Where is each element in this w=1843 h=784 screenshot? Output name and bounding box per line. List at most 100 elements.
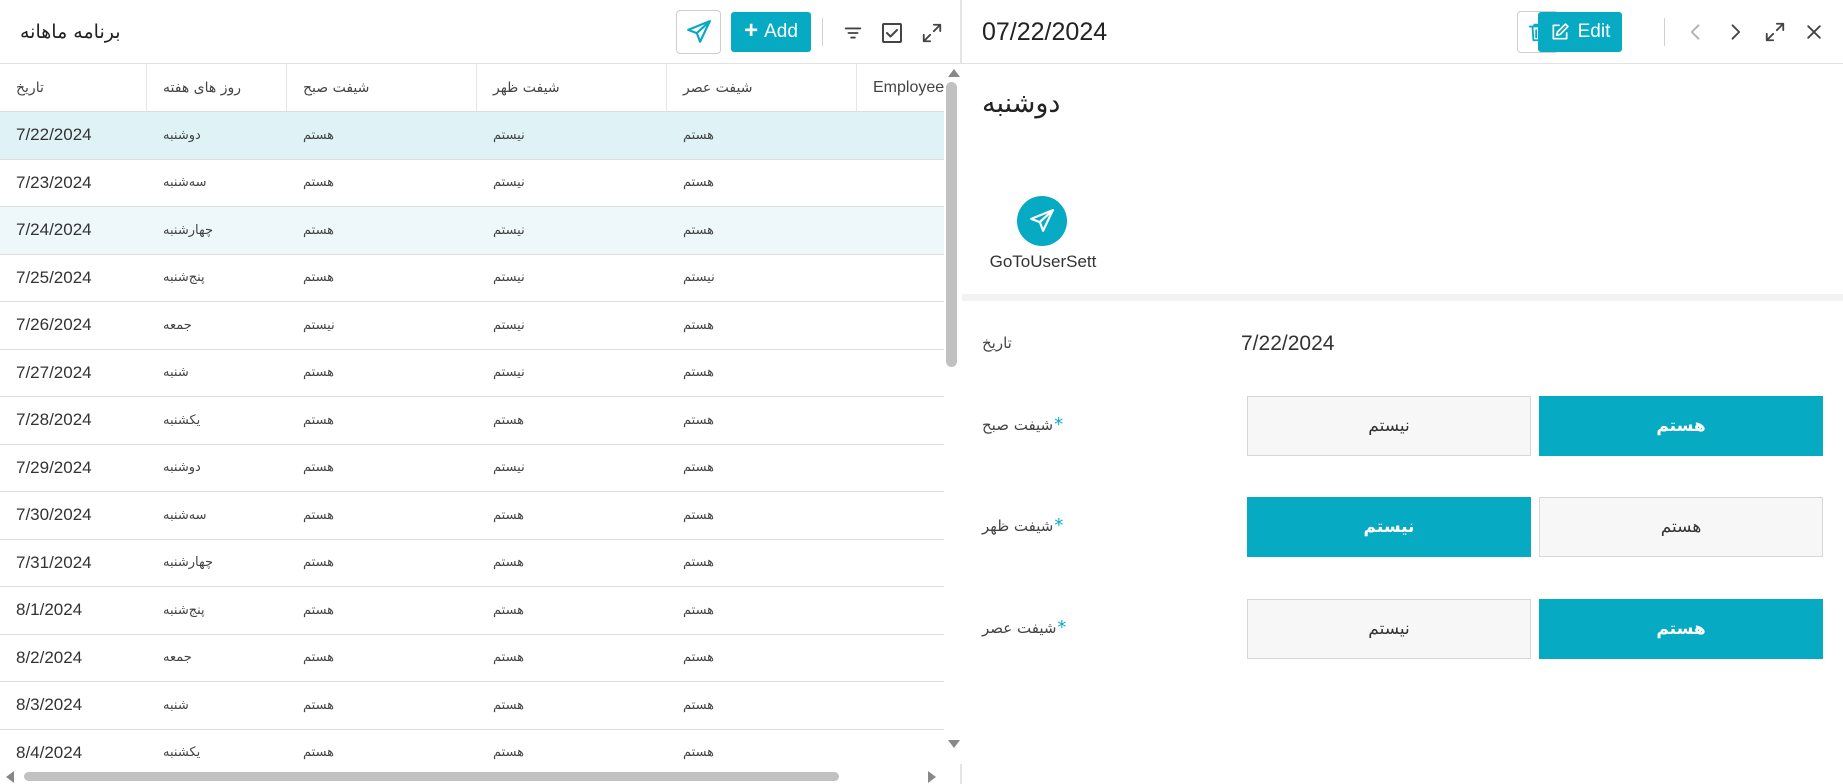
noon-shift-option-absent[interactable]: نیستم (1247, 497, 1531, 557)
table-row[interactable]: 7/27/2024 شنبه هستم نیستم هستم (0, 350, 944, 397)
cell-employee (857, 492, 944, 539)
noon-shift-option-present[interactable]: هستم (1539, 497, 1823, 557)
cell-morning: هستم (303, 222, 335, 238)
cell-noon: هستم (493, 697, 525, 713)
cell-noon: هستم (493, 555, 525, 571)
table-row[interactable]: 7/28/2024 یکشنبه هستم هستم هستم (0, 397, 944, 445)
evening-shift-label: شیفت عصر* (982, 617, 1066, 638)
table-row[interactable]: 7/24/2024 چهارشنبه هستم نیستم هستم (0, 207, 944, 255)
vertical-scrollbar[interactable] (944, 64, 962, 764)
cell-employee (857, 540, 944, 587)
expand-icon[interactable] (919, 20, 945, 46)
cell-evening: هستم (683, 697, 715, 713)
cell-employee (857, 635, 944, 682)
action-circle[interactable] (1017, 196, 1067, 246)
cell-morning: هستم (303, 650, 335, 666)
chevron-right-icon[interactable] (1722, 19, 1748, 45)
table-row[interactable]: 8/3/2024 شنبه هستم هستم هستم (0, 682, 944, 730)
cell-evening: هستم (683, 650, 715, 666)
cell-weekday: شنبه (163, 365, 189, 381)
filter-icon[interactable] (840, 20, 866, 46)
table-row[interactable]: 7/26/2024 جمعه نیستم نیستم هستم (0, 302, 944, 350)
edit-button[interactable]: Edit (1538, 12, 1622, 52)
table-row[interactable]: 8/1/2024 پنج‌شنبه هستم هستم هستم (0, 587, 944, 635)
close-icon[interactable] (1801, 19, 1827, 45)
expand-icon[interactable] (1762, 19, 1788, 45)
action-label: GoToUserSett (989, 252, 1097, 271)
cell-weekday: دوشنبه (163, 460, 201, 476)
date-field-label: تاریخ (982, 334, 1012, 352)
table-row[interactable]: 7/25/2024 پنج‌شنبه هستم نیستم نیستم (0, 255, 944, 302)
column-header-weekday[interactable]: روز های هفته (147, 64, 287, 111)
toolbar-divider (822, 18, 823, 46)
morning-shift-option-present[interactable]: هستم (1539, 396, 1823, 456)
go-to-user-settings-action[interactable]: GoToUserSett (982, 196, 1096, 276)
table-row[interactable]: 7/31/2024 چهارشنبه هستم هستم هستم (0, 540, 944, 587)
cell-noon: نیستم (493, 222, 525, 238)
table-row[interactable]: 7/29/2024 دوشنبه هستم نیستم هستم (0, 445, 944, 492)
send-button[interactable] (676, 10, 721, 54)
chevron-left-icon[interactable] (1683, 19, 1709, 45)
column-header-morning[interactable]: شیفت صبح (287, 64, 477, 111)
scroll-down-arrow-icon[interactable] (948, 740, 960, 748)
cell-date: 7/30/2024 (16, 505, 92, 525)
scroll-right-arrow-icon[interactable] (928, 771, 936, 783)
morning-shift-option-absent[interactable]: نیستم (1247, 396, 1531, 456)
cell-noon: هستم (493, 412, 525, 428)
table-row[interactable]: 7/22/2024 دوشنبه هستم نیستم هستم (0, 112, 944, 160)
noon-shift-label-text: شیفت ظهر (982, 517, 1054, 535)
checkbox-icon[interactable] (879, 20, 905, 46)
horizontal-scrollbar[interactable] (0, 768, 944, 784)
cell-noon: نیستم (493, 175, 525, 191)
toolbar-divider (1664, 18, 1665, 46)
add-button-label: Add (764, 21, 798, 42)
evening-shift-row: شیفت عصر* نیستم هستم (962, 599, 1843, 659)
column-header-evening[interactable]: شیفت عصر (667, 64, 857, 111)
date-field-value: 7/22/2024 (1241, 332, 1335, 355)
edit-button-label: Edit (1577, 21, 1611, 42)
scroll-left-arrow-icon[interactable] (6, 771, 14, 783)
detail-toolbar: 07/22/2024 Edit (962, 0, 1843, 64)
data-grid: تاریخ روز های هفته شیفت صبح شیفت ظهر شیف… (0, 64, 944, 764)
plus-icon: + (744, 17, 759, 44)
table-row[interactable]: 8/2/2024 جمعه هستم هستم هستم (0, 635, 944, 682)
cell-weekday: جمعه (163, 650, 192, 666)
cell-date: 7/26/2024 (16, 315, 92, 335)
table-row[interactable]: 7/30/2024 سه‌شنبه هستم هستم هستم (0, 492, 944, 540)
cell-date: 8/3/2024 (16, 695, 83, 715)
table-row[interactable]: 7/23/2024 سه‌شنبه هستم نیستم هستم (0, 160, 944, 207)
noon-shift-row: شیفت ظهر* نیستم هستم (962, 497, 1843, 557)
grid-header: تاریخ روز های هفته شیفت صبح شیفت ظهر شیف… (0, 64, 944, 112)
evening-shift-option-absent[interactable]: نیستم (1247, 599, 1531, 659)
cell-morning: هستم (303, 127, 335, 143)
column-header-employee[interactable]: Employee (857, 64, 944, 111)
column-header-date[interactable]: تاریخ (0, 64, 147, 111)
list-toolbar: برنامه ماهانه + Add (0, 0, 960, 64)
scrollbar-thumb[interactable] (24, 772, 839, 781)
scroll-up-arrow-icon[interactable] (948, 69, 960, 77)
cell-evening: هستم (683, 460, 715, 476)
evening-shift-option-present[interactable]: هستم (1539, 599, 1823, 659)
date-field-row: تاریخ 7/22/2024 (962, 330, 1843, 370)
table-row[interactable]: 8/4/2024 یکشنبه هستم هستم هستم (0, 730, 944, 765)
list-panel: برنامه ماهانه + Add تاریخ روز های هفته ش… (0, 0, 962, 784)
cell-date: 7/28/2024 (16, 410, 92, 430)
cell-date: 8/1/2024 (16, 600, 83, 620)
cell-morning: هستم (303, 555, 335, 571)
cell-noon: هستم (493, 507, 525, 523)
cell-noon: نیستم (493, 365, 525, 381)
cell-weekday: یکشنبه (163, 412, 201, 428)
cell-morning: هستم (303, 365, 335, 381)
add-button[interactable]: + Add (731, 12, 811, 52)
cell-date: 7/27/2024 (16, 362, 92, 382)
required-marker: * (1054, 515, 1064, 536)
cell-date: 7/23/2024 (16, 172, 92, 192)
cell-employee (857, 397, 944, 444)
cell-noon: هستم (493, 650, 525, 666)
cell-weekday: جمعه (163, 317, 192, 333)
column-header-noon[interactable]: شیفت ظهر (477, 64, 667, 111)
cell-evening: هستم (683, 555, 715, 571)
cell-noon: نیستم (493, 270, 525, 286)
scrollbar-thumb[interactable] (946, 82, 957, 367)
cell-evening: هستم (683, 365, 715, 381)
